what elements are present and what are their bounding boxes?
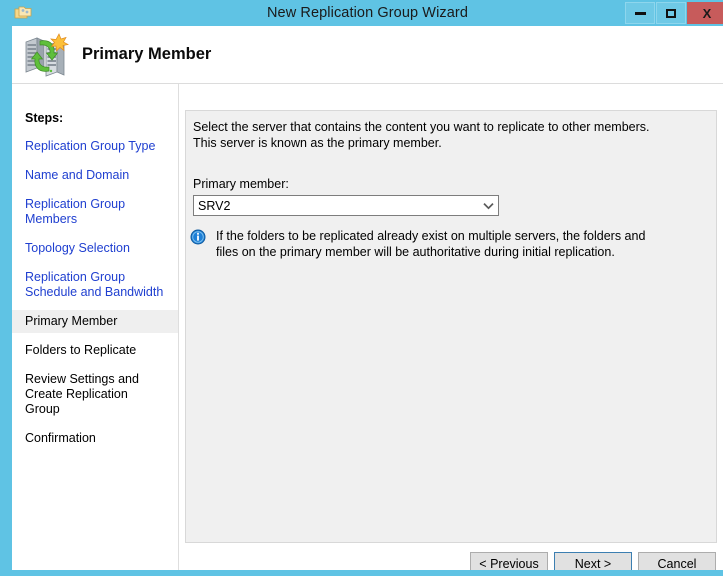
close-button[interactable]: X [687, 2, 723, 24]
replication-servers-icon [25, 33, 70, 77]
wizard-window: New Replication Group Wizard X Primary M… [0, 0, 723, 576]
sidebar-item-primary-member: Primary Member [12, 310, 178, 333]
sidebar-item-replication-group-members[interactable]: Replication Group Members [12, 197, 178, 227]
intro-line-1: Select the server that contains the cont… [193, 120, 650, 134]
sidebar-item-folders-to-replicate: Folders to Replicate [25, 343, 137, 357]
info-note-line-1: If the folders to be replicated already … [216, 229, 646, 243]
primary-member-value: SRV2 [198, 198, 231, 213]
sidebar-item-name-and-domain[interactable]: Name and Domain [12, 168, 178, 183]
title-bar: New Replication Group Wizard X [6, 0, 723, 26]
sidebar-item-topology-selection[interactable]: Topology Selection [12, 241, 178, 256]
maximize-button[interactable] [656, 2, 686, 24]
info-note-text: If the folders to be replicated already … [216, 228, 686, 260]
steps-list: Replication Group Type Name and Domain R… [12, 139, 178, 460]
window-controls: X [624, 2, 723, 24]
maximize-icon [666, 8, 676, 18]
intro-text: Select the server that contains the cont… [193, 119, 693, 151]
primary-member-label: Primary member: [193, 177, 289, 191]
wizard-banner: Primary Member [12, 26, 723, 84]
info-note-line-2: files on the primary member will be auth… [216, 245, 615, 259]
steps-sidebar: Steps: Replication Group Type Name and D… [12, 84, 179, 570]
sidebar-item-replication-group-schedule-and-bandwidth[interactable]: Replication Group Schedule and Bandwidth [12, 270, 178, 300]
sidebar-item-replication-group-type[interactable]: Replication Group Type [12, 139, 178, 154]
primary-member-select[interactable]: SRV2 [193, 195, 499, 216]
page-title: Primary Member [82, 45, 212, 63]
info-icon [190, 229, 206, 245]
cancel-button[interactable]: Cancel [638, 552, 716, 570]
steps-heading: Steps: [25, 111, 64, 125]
content-panel: Select the server that contains the cont… [185, 110, 717, 543]
next-button[interactable]: Next > [554, 552, 632, 570]
chevron-down-icon [478, 202, 498, 210]
sidebar-item-confirmation: Confirmation [25, 431, 96, 445]
button-bar: < Previous Next > Cancel [185, 552, 717, 570]
previous-button[interactable]: < Previous [470, 552, 548, 570]
close-icon: X [702, 5, 712, 21]
intro-line-2: This server is known as the primary memb… [193, 136, 442, 150]
window-title: New Replication Group Wizard [266, 5, 469, 21]
client-area: Primary Member Steps: Replication Group … [12, 26, 723, 570]
minimize-icon [634, 11, 646, 15]
sidebar-item-review-settings-and-create-replication-group: Review Settings and Create Replication G… [25, 372, 139, 416]
info-note: If the folders to be replicated already … [190, 228, 690, 260]
minimize-button[interactable] [625, 2, 655, 24]
